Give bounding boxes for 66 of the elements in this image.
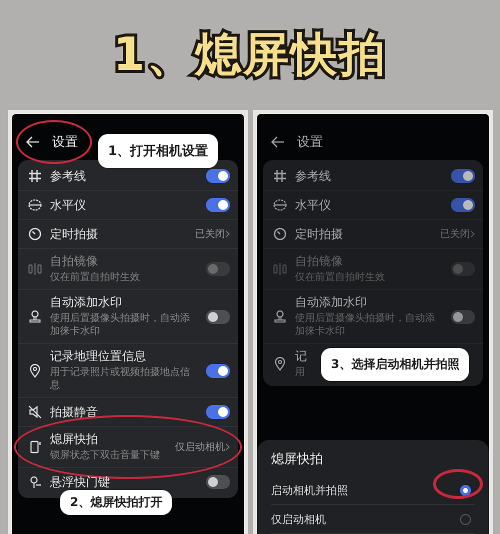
setting-value: 已关闭 [440,228,470,241]
back-icon[interactable] [271,136,285,148]
toggle-switch[interactable] [206,310,230,324]
setting-icon [273,262,287,276]
setting-description: 仅在前置自拍时生效 [50,271,140,284]
toggle-switch[interactable] [206,198,230,212]
setting-icon [28,169,42,183]
setting-title: 记 [295,349,307,364]
radio-button[interactable] [460,514,471,524]
toggle-switch[interactable] [206,405,230,419]
option-item[interactable]: 仅启动相机 [271,505,475,534]
setting-icon [273,169,287,183]
tutorial-title: 1、熄屏快拍 [112,26,387,83]
page-title: 设置 [297,134,323,151]
setting-description: 用于记录照片或视频拍摄地点信息 [50,366,191,392]
chevron-icon [225,443,230,451]
setting-icon [28,262,42,276]
chevron-icon [225,230,230,238]
toggle-switch[interactable] [451,169,475,183]
setting-icon [273,357,287,371]
setting-value: 仅启动相机 [175,440,225,454]
setting-title: 自拍镜像 [50,254,98,269]
toggle-switch[interactable] [451,310,475,324]
setting-title: 定时拍摄 [295,226,343,242]
setting-icon [28,198,42,212]
radio-button[interactable] [460,484,471,496]
toggle-switch[interactable] [206,169,230,183]
setting-title: 参考线 [295,168,331,184]
page-title: 设置 [52,134,78,151]
setting-title: 自动添加水印 [295,295,367,310]
step-callout: 1、打开相机设置 [98,134,218,168]
option-item[interactable]: 启动相机并拍照 [271,476,475,505]
chevron-icon [470,230,475,238]
setting-icon [28,440,42,454]
setting-title: 悬浮快门键 [50,474,110,490]
highlight-ellipse [433,469,483,499]
step-callout: 3、选择启动相机并拍照 [321,348,470,381]
toggle-switch[interactable] [451,198,475,212]
sheet-title: 熄屏快拍 [271,451,324,468]
setting-icon [28,227,42,241]
setting-description: 仅在前置自拍时生效 [295,271,385,284]
setting-icon [28,364,42,378]
setting-title: 自拍镜像 [295,254,343,269]
setting-description: 使用后置摄像头拍摄时，自动添加徕卡水印 [295,312,436,338]
setting-icon [28,405,42,419]
setting-title: 熄屏快拍 [50,432,98,447]
setting-title: 水平仪 [295,198,331,212]
setting-value: 已关闭 [195,228,225,241]
setting-icon [273,227,287,241]
setting-icon [273,310,287,324]
setting-title: 自动添加水印 [50,295,122,310]
setting-title: 记录地理位置信息 [50,349,146,364]
setting-description: 锁屏状态下双击音量下键 [50,449,160,462]
setting-title: 定时拍摄 [50,226,98,242]
step-callout: 2、熄屏快拍打开 [60,490,172,515]
setting-description: 用 [295,366,305,379]
setting-title: 拍摄静音 [50,404,98,420]
setting-title: 水平仪 [50,198,86,212]
toggle-switch[interactable] [206,475,230,489]
setting-icon [273,198,287,212]
setting-description: 使用后置摄像头拍摄时，自动添加徕卡水印 [50,312,191,338]
toggle-switch[interactable] [206,364,230,378]
setting-title: 参考线 [50,168,86,184]
setting-icon [28,475,42,489]
setting-icon [28,310,42,324]
back-icon[interactable] [26,136,40,148]
